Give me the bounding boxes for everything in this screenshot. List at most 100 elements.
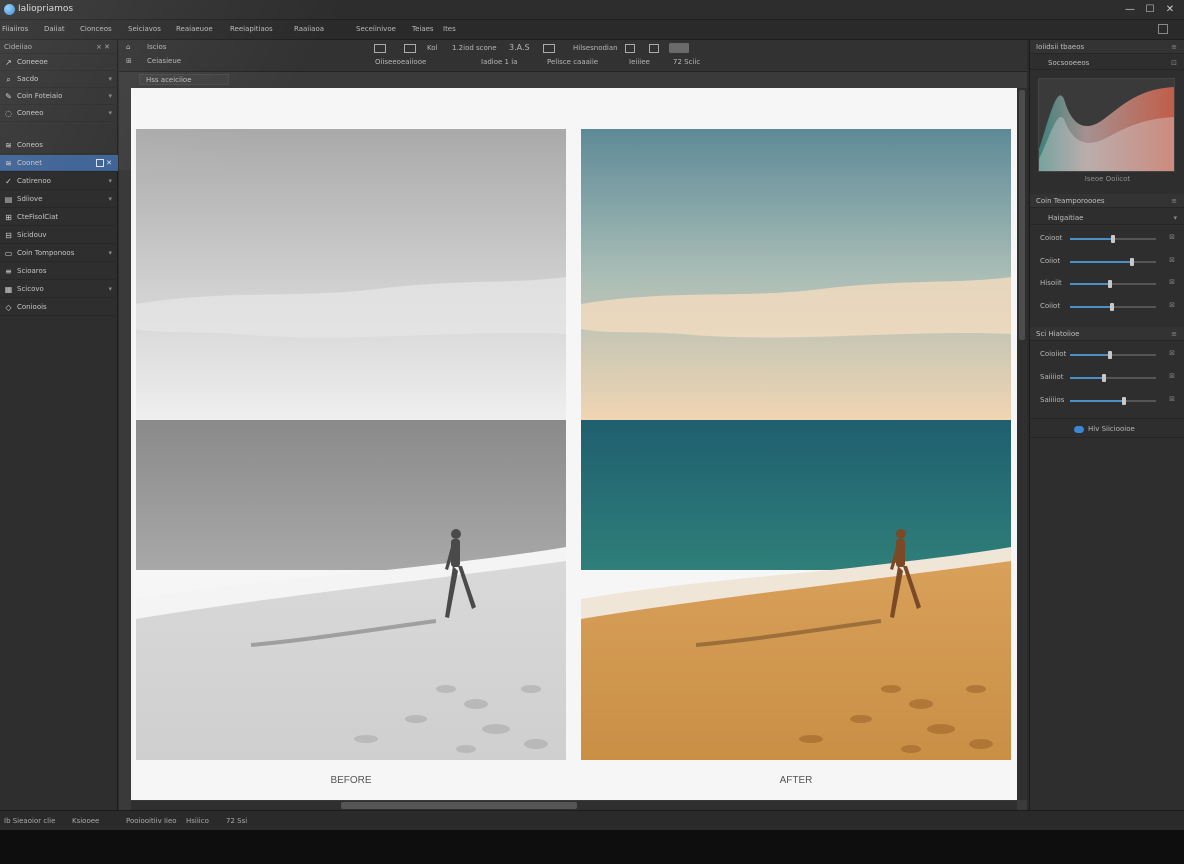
slider-label: Saiiiios bbox=[1040, 396, 1065, 404]
home-icon[interactable]: ⌂ bbox=[126, 43, 130, 51]
menu-item[interactable]: Seiciavos bbox=[128, 25, 161, 33]
slider-track[interactable] bbox=[1070, 280, 1156, 288]
maximize-icon[interactable]: ☐ bbox=[1142, 3, 1158, 17]
menu-item[interactable]: Seceiinivoe bbox=[356, 25, 396, 33]
toolbar-option[interactable]: 1.2iod scone bbox=[452, 44, 497, 52]
document-tab[interactable]: Hss aceiciioe bbox=[139, 74, 229, 85]
scroll-thumb[interactable] bbox=[1019, 90, 1025, 340]
slider-knob[interactable] bbox=[1111, 235, 1115, 243]
rectangle-tool-icon[interactable] bbox=[374, 44, 386, 53]
slider-knob[interactable] bbox=[1107, 280, 1112, 288]
panel-item[interactable]: ▤ Sdiiove ▾ bbox=[0, 191, 118, 208]
expand-icon[interactable]: ⊡ bbox=[1171, 59, 1177, 67]
item-icon: ✓ bbox=[5, 177, 12, 186]
menu-item[interactable]: Daiiat bbox=[44, 25, 65, 33]
menu-item[interactable]: Reaiaeuoe bbox=[176, 25, 213, 33]
slider-fill bbox=[1070, 283, 1110, 285]
chevron-icon: ▾ bbox=[108, 109, 112, 117]
panel-item[interactable]: ✓ Catirenoo ▾ bbox=[0, 173, 118, 190]
menu-icon[interactable]: ≡ bbox=[1171, 197, 1177, 205]
reset-icon[interactable]: ⊠ bbox=[1169, 233, 1175, 241]
slider-track[interactable] bbox=[1070, 258, 1156, 266]
toolbar-option[interactable]: 3.A.S bbox=[509, 43, 530, 52]
reset-icon[interactable]: ⊠ bbox=[1169, 301, 1175, 309]
panel-toggle-icon[interactable] bbox=[1158, 24, 1168, 34]
menu-item[interactable]: Fiiaiiros bbox=[2, 25, 28, 33]
image-canvas[interactable]: BEFORE AFTER bbox=[131, 88, 1017, 800]
panel-item[interactable]: ≡ Scioaros bbox=[0, 263, 118, 280]
copy-icon[interactable] bbox=[625, 44, 635, 53]
slider-track[interactable] bbox=[1070, 235, 1156, 243]
item-icon: ▭ bbox=[4, 249, 13, 258]
toolbar-toggle-button[interactable] bbox=[669, 43, 689, 53]
slider-knob[interactable] bbox=[1110, 303, 1115, 311]
panel-item-label: Coneos bbox=[17, 141, 43, 149]
panel-item[interactable]: ≋ Coneos bbox=[0, 137, 118, 154]
slider-knob[interactable] bbox=[1101, 374, 1106, 382]
frame-tool-icon[interactable] bbox=[404, 44, 416, 53]
toolbar-option[interactable]: Iadioe 1 ia bbox=[481, 58, 517, 66]
reset-icon[interactable]: ⊠ bbox=[1169, 395, 1175, 403]
slider-row: Coiiot ⊠ bbox=[1030, 251, 1184, 273]
close-icon[interactable]: ✕ bbox=[1162, 3, 1178, 17]
toolbar-option[interactable]: Kol bbox=[427, 44, 437, 52]
toggle-switch[interactable] bbox=[1074, 426, 1084, 433]
toolbar-option[interactable]: Pelisce caaaiie bbox=[547, 58, 598, 66]
menu-item[interactable]: Ites bbox=[443, 25, 456, 33]
panel-title: Sci Hiatoiioe bbox=[1036, 330, 1080, 338]
slider-track[interactable] bbox=[1070, 397, 1156, 405]
panel-item[interactable]: ✎ Coin Foteiaio ▾ bbox=[0, 88, 118, 105]
menu-item[interactable]: Cionceos bbox=[80, 25, 112, 33]
toolbar-option[interactable]: 72 Sciic bbox=[673, 58, 700, 66]
menu-icon[interactable]: ≡ bbox=[1171, 330, 1177, 338]
menu-bar: Fiiaiiros Daiiat Cionceos Seiciavos Reai… bbox=[0, 20, 1184, 40]
visibility-icon[interactable] bbox=[96, 159, 104, 167]
slider-fill bbox=[1070, 238, 1113, 240]
reset-icon[interactable]: ⊠ bbox=[1169, 372, 1175, 380]
panel-item[interactable]: ⊞ CteFisolCiat bbox=[0, 209, 118, 226]
toolbar-option[interactable]: Oiiseeoeaiiooe bbox=[375, 58, 426, 66]
crop-icon[interactable] bbox=[543, 44, 555, 53]
close-icon[interactable]: × ✕ bbox=[96, 43, 110, 51]
panel-item-label: CteFisolCiat bbox=[17, 213, 59, 221]
panel-item[interactable]: ◇ Conioois bbox=[0, 299, 118, 316]
toolbar-option[interactable]: Ieiiiee bbox=[629, 58, 650, 66]
reset-icon[interactable]: ⊠ bbox=[1169, 256, 1175, 264]
vertical-scrollbar[interactable] bbox=[1017, 88, 1027, 800]
panel-header: Cideiiao × ✕ bbox=[0, 40, 118, 54]
slider-track[interactable] bbox=[1070, 374, 1156, 382]
panel-item[interactable]: ⊟ Sicidouv bbox=[0, 227, 118, 244]
scroll-thumb[interactable] bbox=[341, 802, 577, 809]
item-icon: ≋ bbox=[5, 141, 12, 150]
toolbar-option[interactable]: Hilsesnodian bbox=[573, 44, 618, 52]
layers-panel: Cideiiao × ✕ ↗ Coneeoe ⌕ Sacdo ▾ ✎ Coin … bbox=[0, 40, 118, 810]
close-icon[interactable]: ✕ bbox=[106, 159, 112, 167]
panel-item-selected[interactable]: ≋ Coonet ✕ bbox=[0, 155, 118, 172]
slider-knob[interactable] bbox=[1107, 351, 1112, 359]
panel-title: Cideiiao bbox=[4, 43, 33, 51]
save-icon[interactable] bbox=[649, 44, 659, 53]
slider-track[interactable] bbox=[1070, 303, 1156, 311]
before-photo bbox=[136, 129, 566, 760]
minimize-icon[interactable]: — bbox=[1122, 3, 1138, 17]
slider-row: Saiiiiot ⊠ bbox=[1030, 367, 1184, 389]
panel-item[interactable]: ▭ Coin Tomponoos ▾ bbox=[0, 245, 118, 262]
panel-item[interactable]: ▦ Scicovo ▾ bbox=[0, 281, 118, 298]
horizontal-scrollbar[interactable] bbox=[131, 801, 1017, 810]
panel-item[interactable]: ◌ Coneeo ▾ bbox=[0, 105, 118, 122]
slider-label: Hisoiit bbox=[1040, 279, 1062, 287]
reset-icon[interactable]: ⊠ bbox=[1169, 278, 1175, 286]
slider-knob[interactable] bbox=[1129, 258, 1134, 266]
reset-icon[interactable]: ⊠ bbox=[1169, 349, 1175, 357]
menu-item[interactable]: Teiaes bbox=[412, 25, 434, 33]
slider-knob[interactable] bbox=[1122, 397, 1127, 405]
panel-item[interactable]: ↗ Coneeoe bbox=[0, 54, 118, 71]
panel-item[interactable]: ⌕ Sacdo ▾ bbox=[0, 71, 118, 88]
menu-item[interactable]: Reeiapitiaos bbox=[230, 25, 273, 33]
slider-track[interactable] bbox=[1070, 351, 1156, 359]
menu-icon[interactable]: ≡ bbox=[1171, 43, 1177, 51]
panel-item-label: Sacdo bbox=[17, 75, 39, 83]
chevron-down-icon[interactable]: ▾ bbox=[1173, 214, 1177, 222]
menu-item[interactable]: Raaiiaoa bbox=[294, 25, 324, 33]
document-tab-label: Hss aceiciioe bbox=[146, 76, 192, 84]
